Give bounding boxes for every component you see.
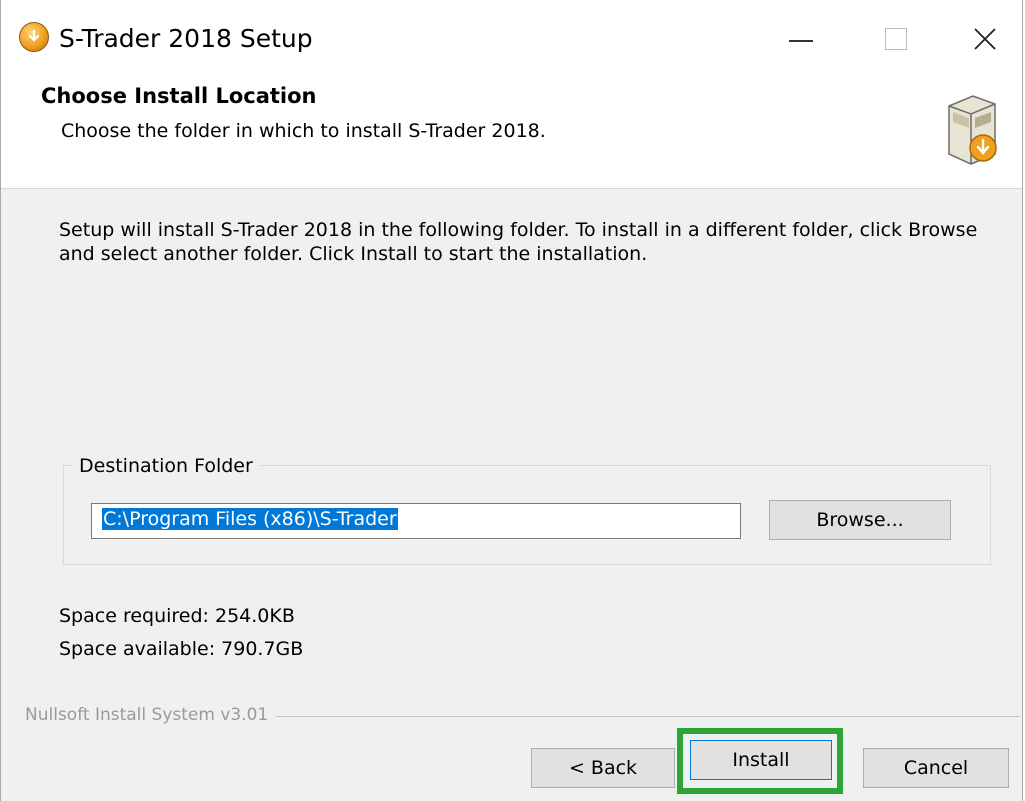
setup-window: S-Trader 2018 Setup Choose Install Locat… <box>0 0 1023 801</box>
space-required: Space required: 254.0KB <box>59 605 295 627</box>
page-header: Choose Install Location Choose the folde… <box>1 78 1022 189</box>
nsis-brand: Nullsoft Install System v3.01 <box>25 705 277 725</box>
intro-text: Setup will install S-Trader 2018 in the … <box>59 219 978 265</box>
cancel-button[interactable]: Cancel <box>863 748 1009 788</box>
maximize-button[interactable] <box>851 0 941 78</box>
minimize-button[interactable] <box>756 0 846 78</box>
browse-button[interactable]: Browse... <box>769 500 951 540</box>
title-bar[interactable]: S-Trader 2018 Setup <box>1 0 1022 78</box>
close-button[interactable] <box>946 0 1024 78</box>
page-title: Choose Install Location <box>41 84 317 108</box>
destination-path-input[interactable]: C:\Program Files (x86)\S-Trader <box>91 503 741 539</box>
window-title: S-Trader 2018 Setup <box>59 24 313 53</box>
destination-folder-label: Destination Folder <box>73 455 259 477</box>
minimize-icon <box>789 40 813 42</box>
close-icon <box>974 28 996 50</box>
maximize-icon <box>885 28 907 50</box>
installer-disc-icon <box>19 22 49 52</box>
destination-path-value: C:\Program Files (x86)\S-Trader <box>102 508 398 530</box>
space-available: Space available: 790.7GB <box>59 638 304 660</box>
page-subtitle: Choose the folder in which to install S-… <box>61 120 546 142</box>
install-highlight-frame <box>677 728 843 794</box>
install-box-icon <box>948 95 997 165</box>
back-button[interactable]: < Back <box>531 748 675 788</box>
